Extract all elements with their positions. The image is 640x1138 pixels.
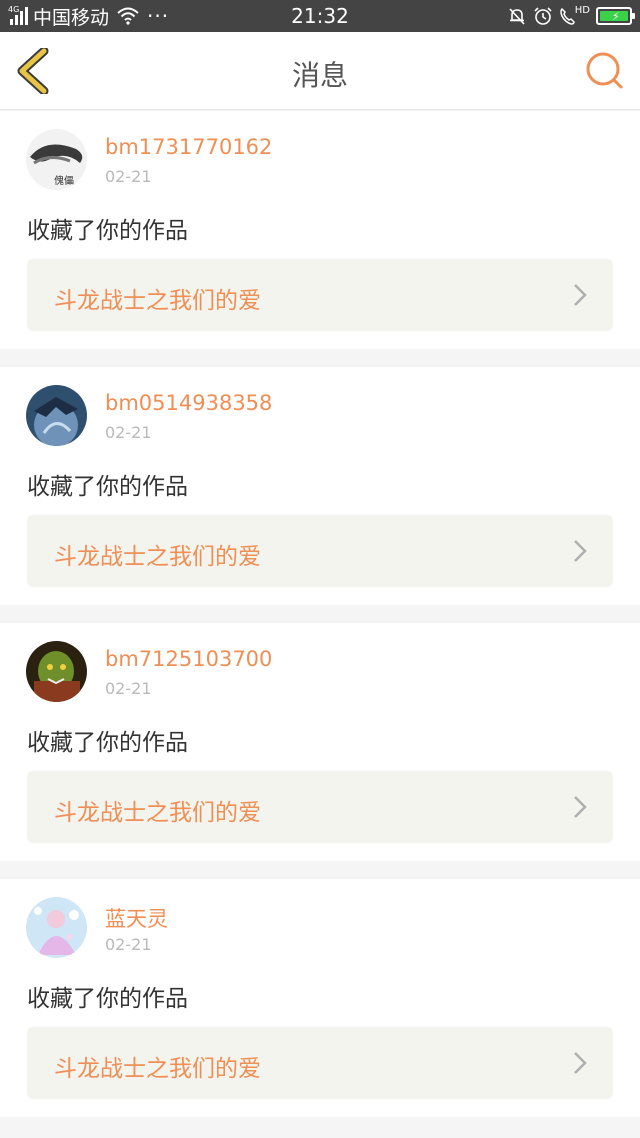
message-text: 收藏了你的作品 — [27, 986, 188, 1012]
search-icon[interactable] — [584, 50, 626, 92]
nav-bar: 消息 — [0, 32, 640, 110]
message-card: 蓝天灵 02-21 收藏了你的作品 斗龙战士之我们的爱 — [0, 879, 640, 1117]
work-link[interactable]: 斗龙战士之我们的爱 — [27, 259, 613, 331]
avatar[interactable]: 傀儡 — [26, 129, 87, 190]
message-card: bm7125103700 02-21 收藏了你的作品 斗龙战士之我们的爱 — [0, 623, 640, 861]
username[interactable]: bm0514938358 — [105, 391, 272, 415]
message-card: bm0514938358 02-21 收藏了你的作品 斗龙战士之我们的爱 — [0, 367, 640, 605]
message-text: 收藏了你的作品 — [27, 218, 188, 244]
page-title: 消息 — [291, 59, 348, 92]
message-text: 收藏了你的作品 — [27, 730, 188, 756]
hd-label: HD — [574, 4, 590, 16]
avatar[interactable] — [26, 385, 87, 446]
work-link[interactable]: 斗龙战士之我们的爱 — [27, 1027, 613, 1099]
avatar[interactable] — [26, 641, 87, 702]
alarm-icon — [534, 7, 552, 25]
status-right: HD ⚡ — [507, 4, 635, 28]
battery-icon: ⚡ — [596, 7, 635, 25]
message-date: 02-21 — [105, 167, 152, 186]
work-title: 斗龙战士之我们的爱 — [54, 288, 261, 314]
username[interactable]: bm7125103700 — [105, 647, 272, 671]
message-date: 02-21 — [105, 423, 152, 442]
svg-text:傀儡: 傀儡 — [54, 174, 74, 187]
work-link[interactable]: 斗龙战士之我们的爱 — [27, 771, 613, 843]
work-link[interactable]: 斗龙战士之我们的爱 — [27, 515, 613, 587]
work-title: 斗龙战士之我们的爱 — [54, 544, 261, 570]
message-text: 收藏了你的作品 — [27, 474, 188, 500]
chevron-right-icon — [574, 284, 587, 306]
message-card: 傀儡 bm1731770162 02-21 收藏了你的作品 斗龙战士之我们的爱 — [0, 111, 640, 349]
status-bar: 4G 中国移动 ··· 21:32 HD ⚡ — [0, 0, 640, 32]
message-date: 02-21 — [105, 935, 152, 954]
chevron-right-icon — [574, 796, 587, 818]
work-title: 斗龙战士之我们的爱 — [54, 800, 261, 826]
avatar[interactable] — [26, 897, 87, 958]
bell-muted-icon — [509, 8, 525, 25]
work-title: 斗龙战士之我们的爱 — [54, 1056, 261, 1082]
chevron-right-icon — [574, 1052, 587, 1074]
chevron-right-icon — [574, 540, 587, 562]
message-date: 02-21 — [105, 679, 152, 698]
username[interactable]: 蓝天灵 — [105, 903, 168, 933]
message-list: 傀儡 bm1731770162 02-21 收藏了你的作品 斗龙战士之我们的爱 … — [0, 111, 640, 1135]
username[interactable]: bm1731770162 — [105, 135, 272, 159]
